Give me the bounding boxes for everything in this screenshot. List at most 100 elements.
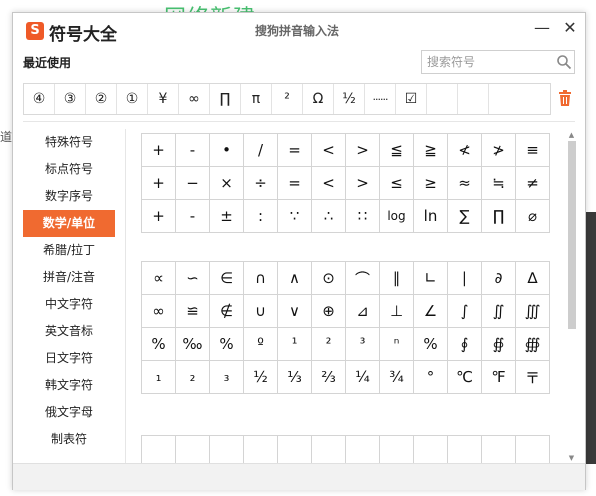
title-bar[interactable]: S 符号大全 搜狗拼音输入法 — ✕ — [13, 13, 585, 47]
symbol-cell[interactable]: ∆ — [516, 262, 550, 295]
symbol-cell[interactable]: ¹ — [278, 328, 312, 361]
symbol-cell[interactable]: ℉ — [482, 361, 516, 394]
symbol-cell[interactable]: º — [244, 328, 278, 361]
sidebar-category-item[interactable]: 日文字符 — [23, 345, 115, 372]
symbol-cell[interactable]: 〒 — [516, 361, 550, 394]
sidebar-category-item[interactable]: 俄文字母 — [23, 399, 115, 426]
sidebar-category-item[interactable]: 拼音/注音 — [23, 264, 115, 291]
symbol-cell[interactable]: ⊥ — [380, 295, 414, 328]
symbol-cell[interactable]: ₃ — [210, 361, 244, 394]
symbol-cell[interactable]: ≡ — [516, 134, 550, 167]
symbol-cell[interactable]: ≌ — [176, 295, 210, 328]
symbol-cell[interactable]: ∯ — [482, 328, 516, 361]
symbol-cell[interactable]: ∵ — [278, 200, 312, 233]
recent-symbol[interactable]: Ω — [303, 84, 334, 114]
recent-symbol[interactable] — [489, 84, 520, 114]
symbol-cell[interactable]: ≦ — [380, 134, 414, 167]
sidebar-category-item[interactable]: 英文音标 — [23, 318, 115, 345]
symbol-cell[interactable]: ² — [312, 328, 346, 361]
symbol-cell[interactable]: ⁿ — [380, 328, 414, 361]
symbol-cell[interactable]: ∩ — [244, 262, 278, 295]
recent-symbol[interactable]: ∞ — [179, 84, 210, 114]
symbol-cell[interactable]: ₁ — [142, 361, 176, 394]
symbol-cell[interactable]: ∧ — [278, 262, 312, 295]
sidebar-category-item[interactable]: 特殊符号 — [23, 129, 115, 156]
symbol-cell[interactable] — [482, 436, 516, 463]
symbol-cell[interactable]: ∫ — [448, 295, 482, 328]
symbol-cell[interactable]: + — [142, 134, 176, 167]
symbol-cell[interactable] — [414, 436, 448, 463]
symbol-cell[interactable]: ∬ — [482, 295, 516, 328]
symbol-cell[interactable]: ≤ — [380, 167, 414, 200]
symbol-cell[interactable]: ∪ — [244, 295, 278, 328]
symbol-cell[interactable]: ∷ — [346, 200, 380, 233]
symbol-cell[interactable]: = — [278, 167, 312, 200]
search-icon[interactable] — [556, 54, 572, 70]
symbol-cell[interactable]: ≈ — [448, 167, 482, 200]
symbol-cell[interactable] — [516, 436, 550, 463]
symbol-cell[interactable]: % — [210, 328, 244, 361]
symbol-cell[interactable]: ÷ — [244, 167, 278, 200]
symbol-cell[interactable]: ⅔ — [312, 361, 346, 394]
recent-symbol[interactable]: ☑ — [396, 84, 427, 114]
symbol-cell[interactable]: < — [312, 167, 346, 200]
symbol-cell[interactable]: ⊕ — [312, 295, 346, 328]
symbol-cell[interactable]: ∣ — [448, 262, 482, 295]
scroll-down-arrow-icon[interactable]: ▼ — [566, 453, 577, 463]
recent-symbol[interactable] — [458, 84, 489, 114]
recent-symbol[interactable]: ② — [86, 84, 117, 114]
symbol-cell[interactable]: - — [176, 134, 210, 167]
recent-symbol[interactable]: ² — [272, 84, 303, 114]
vertical-scrollbar[interactable]: ▲ ▼ — [566, 130, 577, 464]
symbol-cell[interactable]: ∑ — [448, 200, 482, 233]
symbol-cell[interactable]: ∞ — [142, 295, 176, 328]
sidebar-category-item[interactable]: 数学/单位 — [23, 210, 115, 237]
symbol-cell[interactable]: = — [278, 134, 312, 167]
symbol-cell[interactable]: < — [312, 134, 346, 167]
symbol-cell[interactable]: ≠ — [516, 167, 550, 200]
symbol-cell[interactable]: - — [176, 200, 210, 233]
symbol-cell[interactable]: ∈ — [210, 262, 244, 295]
symbol-cell[interactable]: ∭ — [516, 295, 550, 328]
sidebar-category-item[interactable]: 韩文字符 — [23, 372, 115, 399]
symbol-cell[interactable]: • — [210, 134, 244, 167]
symbol-cell[interactable]: ⅓ — [278, 361, 312, 394]
recent-symbol[interactable]: π — [241, 84, 272, 114]
sidebar-category-item[interactable]: 数字序号 — [23, 183, 115, 210]
recent-symbol[interactable]: ① — [117, 84, 148, 114]
symbol-cell[interactable] — [176, 436, 210, 463]
search-box[interactable] — [421, 50, 575, 74]
symbol-cell[interactable]: ∏ — [482, 200, 516, 233]
recent-symbol[interactable]: ③ — [55, 84, 86, 114]
recent-symbol[interactable]: ∏ — [210, 84, 241, 114]
symbol-cell[interactable]: % — [414, 328, 448, 361]
symbol-cell[interactable]: ∥ — [380, 262, 414, 295]
symbol-cell[interactable]: ± — [210, 200, 244, 233]
symbol-cell[interactable]: ∠ — [414, 295, 448, 328]
symbol-cell[interactable]: ∟ — [414, 262, 448, 295]
symbol-cell[interactable]: + — [142, 200, 176, 233]
symbol-cell[interactable]: ³ — [346, 328, 380, 361]
symbol-cell[interactable]: ∨ — [278, 295, 312, 328]
sidebar-category-item[interactable]: 中文字符 — [23, 291, 115, 318]
symbol-cell[interactable]: ‰ — [176, 328, 210, 361]
symbol-cell[interactable] — [380, 436, 414, 463]
symbol-cell[interactable]: ∮ — [448, 328, 482, 361]
scroll-up-arrow-icon[interactable]: ▲ — [566, 130, 577, 140]
symbol-cell[interactable]: ₂ — [176, 361, 210, 394]
symbol-cell[interactable]: ¾ — [380, 361, 414, 394]
symbol-cell[interactable]: ° — [414, 361, 448, 394]
symbol-cell[interactable] — [278, 436, 312, 463]
minimize-button[interactable]: — — [531, 17, 553, 39]
symbol-cell[interactable] — [312, 436, 346, 463]
recent-symbol[interactable]: ½ — [334, 84, 365, 114]
symbol-cell[interactable]: ℃ — [448, 361, 482, 394]
symbol-cell[interactable]: ≯ — [482, 134, 516, 167]
symbol-cell[interactable]: × — [210, 167, 244, 200]
search-input[interactable] — [422, 51, 562, 73]
sidebar-category-item[interactable]: 标点符号 — [23, 156, 115, 183]
symbol-cell[interactable]: ⊙ — [312, 262, 346, 295]
symbol-cell[interactable]: ∰ — [516, 328, 550, 361]
symbol-cell[interactable]: ≧ — [414, 134, 448, 167]
trash-icon[interactable] — [557, 89, 573, 107]
